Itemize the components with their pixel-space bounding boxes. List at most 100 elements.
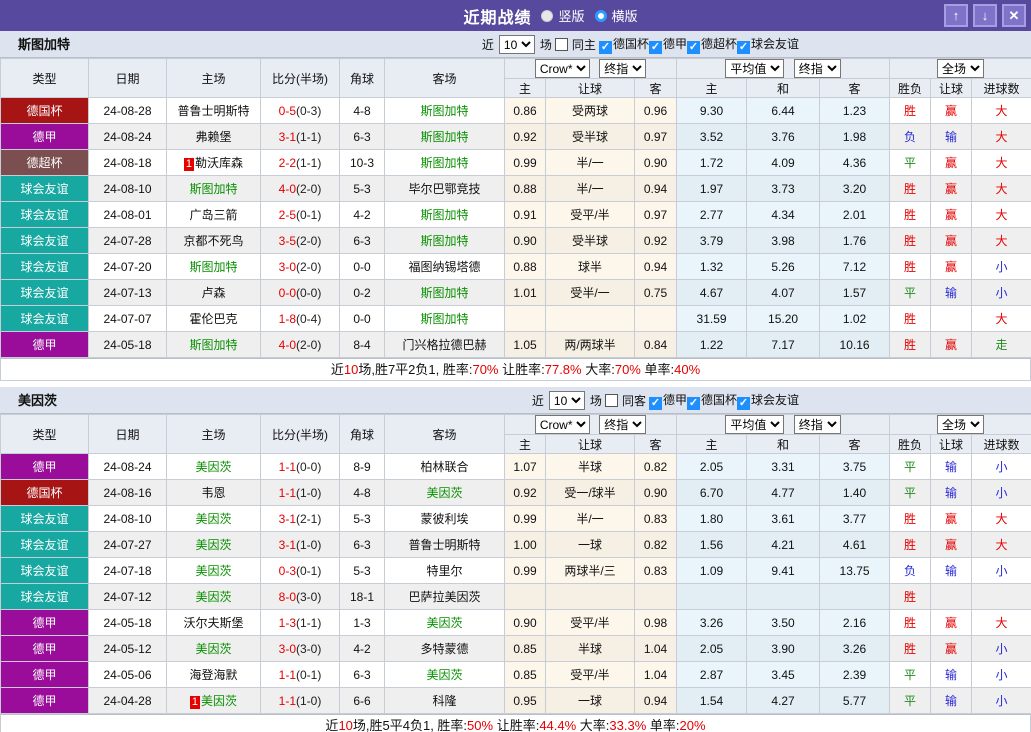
league-cell: 德甲 [1,688,89,714]
away-team-cell: 斯图加特 [385,202,505,228]
summary-part: 场,胜5平4负1, 胜率: [353,718,467,732]
filters: 近 10 场 同客 德甲德国杯球会友谊 [532,387,799,414]
result-handicap-cell: 赢 [931,150,972,176]
col-avg-away: 客 [820,79,890,98]
col-away: 客场 [385,415,505,454]
result-wdl-cell: 平 [890,480,931,506]
result-goals-cell: 大 [972,532,1031,558]
radio-horizontal-icon[interactable] [595,10,607,22]
scope-select[interactable]: 全场 [937,415,984,434]
date-cell: 24-07-12 [89,584,167,610]
filters: 近 10 场 同主 德国杯德甲德超杯球会友谊 [482,31,799,58]
summary-part: 40% [674,362,700,377]
league-checkbox[interactable] [687,397,700,410]
home-team-cell: 霍伦巴克 [167,306,261,332]
bookmaker-select[interactable]: Crow* [535,59,590,78]
away-team-cell: 普鲁士明斯特 [385,532,505,558]
away-team-cell: 斯图加特 [385,228,505,254]
league-checkbox[interactable] [687,41,700,54]
away-team-cell: 斯图加特 [385,98,505,124]
home-team-cell: 1勒沃库森 [167,150,261,176]
col-odds-away: 客 [635,79,677,98]
move-up-button[interactable]: ↑ [944,4,968,27]
col-avg-away: 客 [820,435,890,454]
avg-stage-select[interactable]: 终指 [794,415,841,434]
result-goals-cell: 大 [972,306,1031,332]
summary-part: 让胜率: [493,718,539,732]
radio-horizontal-layout[interactable]: 横版 [595,6,638,25]
col-handicap: 让球 [546,435,635,454]
col-date: 日期 [89,59,167,98]
result-goals-cell: 大 [972,610,1031,636]
date-cell: 24-05-12 [89,636,167,662]
avg-group-header: 平均值 终指 [677,415,890,435]
radio-vertical-icon[interactable] [541,10,553,22]
league-checkbox[interactable] [649,397,662,410]
rank-badge: 1 [190,696,200,709]
match-count-select[interactable]: 10 [499,35,535,54]
date-cell: 24-07-13 [89,280,167,306]
same-venue-checkbox[interactable] [555,38,568,51]
match-row: 德甲24-05-18沃尔夫斯堡1-3(1-1)1-3美因茨0.90受平/半0.9… [1,610,1031,636]
result-wdl-cell: 胜 [890,610,931,636]
same-venue-checkbox[interactable] [605,394,618,407]
bookmaker-select[interactable]: Crow* [535,415,590,434]
score-cell: 1-3(1-1) [261,610,340,636]
league-cell: 球会友谊 [1,228,89,254]
scope-select[interactable]: 全场 [937,59,984,78]
score-cell: 0-5(0-3) [261,98,340,124]
odds-home-cell: 0.99 [505,506,546,532]
odds-away-cell: 0.82 [635,454,677,480]
avg-select[interactable]: 平均值 [725,415,784,434]
result-goals-cell: 小 [972,636,1031,662]
match-row: 球会友谊24-07-12美因茨8-0(3-0)18-1巴萨拉美因茨胜 [1,584,1031,610]
corner-cell: 8-9 [340,454,385,480]
summary-part: 大率: [582,362,615,377]
avg-away-cell: 3.77 [820,506,890,532]
avg-draw-cell: 3.73 [747,176,820,202]
avg-draw-cell: 3.50 [747,610,820,636]
odds-home-cell: 0.85 [505,636,546,662]
handicap-cell: 受平/半 [546,202,635,228]
home-team-cell: 广岛三箭 [167,202,261,228]
odds-stage-select[interactable]: 终指 [599,59,646,78]
avg-away-cell: 4.61 [820,532,890,558]
league-filters: 德国杯德甲德超杯球会友谊 [599,35,799,54]
titlebar: 近期战绩 竖版 横版 ↑ ↓ ✕ [0,0,1031,31]
odds-stage-select[interactable]: 终指 [599,415,646,434]
league-cell: 德甲 [1,454,89,480]
league-checkbox[interactable] [737,397,750,410]
result-goals-cell: 小 [972,254,1031,280]
league-cell: 球会友谊 [1,532,89,558]
radio-vertical-layout[interactable]: 竖版 [541,6,584,25]
avg-away-cell: 13.75 [820,558,890,584]
match-row: 球会友谊24-07-27美因茨3-1(1-0)6-3普鲁士明斯特1.00一球0.… [1,532,1031,558]
match-row: 德国杯24-08-28普鲁士明斯特0-5(0-3)4-8斯图加特0.86受两球0… [1,98,1031,124]
result-handicap-cell: 输 [931,688,972,714]
odds-away-cell: 0.82 [635,532,677,558]
league-cell: 球会友谊 [1,558,89,584]
score-cell: 3-0(3-0) [261,636,340,662]
avg-away-cell: 4.36 [820,150,890,176]
league-checkbox[interactable] [737,41,750,54]
result-goals-cell [972,584,1031,610]
league-cell: 球会友谊 [1,506,89,532]
league-checkbox[interactable] [599,41,612,54]
corner-cell: 6-3 [340,532,385,558]
home-team-cell: 美因茨 [167,454,261,480]
league-checkbox[interactable] [649,41,662,54]
home-team-cell: 沃尔夫斯堡 [167,610,261,636]
score-cell: 3-1(2-1) [261,506,340,532]
result-handicap-cell: 输 [931,480,972,506]
avg-select[interactable]: 平均值 [725,59,784,78]
avg-home-cell: 9.30 [677,98,747,124]
avg-draw-cell: 4.34 [747,202,820,228]
odds-away-cell: 0.94 [635,254,677,280]
move-down-button[interactable]: ↓ [973,4,997,27]
league-filter-label: 德国杯 [613,37,649,51]
home-team-cell: 美因茨 [167,506,261,532]
match-count-select[interactable]: 10 [549,391,585,410]
avg-home-cell: 31.59 [677,306,747,332]
close-button[interactable]: ✕ [1002,4,1026,27]
avg-stage-select[interactable]: 终指 [794,59,841,78]
